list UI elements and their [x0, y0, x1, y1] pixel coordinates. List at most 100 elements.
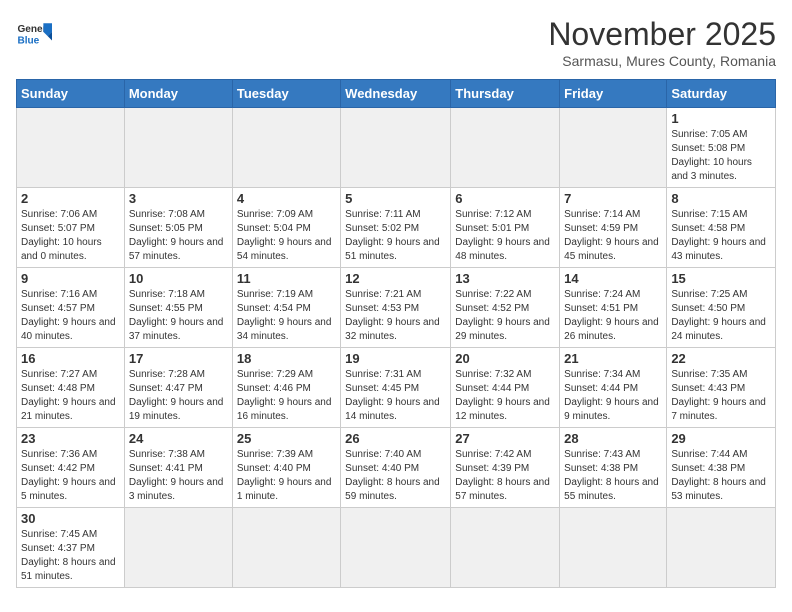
calendar-cell: 19 Sunrise: 7:31 AM Sunset: 4:45 PM Dayli… — [341, 348, 451, 428]
calendar-cell: 28 Sunrise: 7:43 AM Sunset: 4:38 PM Dayli… — [560, 428, 667, 508]
day-info: Sunrise: 7:35 AM Sunset: 4:43 PM Dayligh… — [671, 368, 771, 424]
calendar-cell: 15Sunrise: 7:25 AM Sunset: 4:50 PM Dayli… — [667, 268, 776, 348]
calendar-cell: 9 Sunrise: 7:16 AM Sunset: 4:57 PM Daylig… — [17, 268, 125, 348]
col-sunday: Sunday — [17, 80, 125, 108]
day-info: Sunrise: 7:39 AM Sunset: 4:40 PM Dayligh… — [237, 448, 336, 504]
day-number: 28 — [564, 431, 662, 446]
col-thursday: Thursday — [451, 80, 560, 108]
day-info: Sunrise: 7:38 AM Sunset: 4:41 PM Dayligh… — [129, 448, 228, 504]
day-number: 24 — [129, 431, 228, 446]
calendar-cell — [451, 108, 560, 188]
calendar-cell: 27 Sunrise: 7:42 AM Sunset: 4:39 PM Dayli… — [451, 428, 560, 508]
day-number: 1 — [671, 111, 771, 126]
day-info: Sunrise: 7:06 AM Sunset: 5:07 PM Dayligh… — [21, 208, 120, 264]
day-number: 2 — [21, 191, 120, 206]
calendar-week-1: 1 Sunrise: 7:05 AM Sunset: 5:08 PM Daylig… — [17, 108, 776, 188]
logo: General Blue — [16, 16, 52, 52]
calendar-cell: 25 Sunrise: 7:39 AM Sunset: 4:40 PM Dayli… — [232, 428, 340, 508]
day-number: 11 — [237, 271, 336, 286]
calendar-body: 1 Sunrise: 7:05 AM Sunset: 5:08 PM Daylig… — [17, 108, 776, 588]
subtitle: Sarmasu, Mures County, Romania — [548, 53, 776, 69]
day-number: 9 — [21, 271, 120, 286]
day-info: Sunrise: 7:34 AM Sunset: 4:44 PM Dayligh… — [564, 368, 662, 424]
calendar-cell: 1 Sunrise: 7:05 AM Sunset: 5:08 PM Daylig… — [667, 108, 776, 188]
day-info: Sunrise: 7:12 AM Sunset: 5:01 PM Dayligh… — [455, 208, 555, 264]
day-info: Sunrise: 7:42 AM Sunset: 4:39 PM Dayligh… — [455, 448, 555, 504]
calendar-cell: 20 Sunrise: 7:32 AM Sunset: 4:44 PM Dayli… — [451, 348, 560, 428]
day-info: Sunrise: 7:44 AM Sunset: 4:38 PM Dayligh… — [671, 448, 771, 504]
day-number: 29 — [671, 431, 771, 446]
day-number: 26 — [345, 431, 446, 446]
day-info: Sunrise: 7:16 AM Sunset: 4:57 PM Dayligh… — [21, 288, 120, 344]
day-number: 6 — [455, 191, 555, 206]
calendar-table: Sunday Monday Tuesday Wednesday Thursday… — [16, 79, 776, 588]
logo-icon: General Blue — [16, 16, 52, 52]
day-info: Sunrise: 7:22 AM Sunset: 4:52 PM Dayligh… — [455, 288, 555, 344]
calendar-cell — [232, 508, 340, 588]
day-info: Sunrise: 7:31 AM Sunset: 4:45 PM Dayligh… — [345, 368, 446, 424]
day-info: Sunrise: 7:05 AM Sunset: 5:08 PM Dayligh… — [671, 128, 771, 184]
day-number: 20 — [455, 351, 555, 366]
calendar-cell: 13 Sunrise: 7:22 AM Sunset: 4:52 PM Dayli… — [451, 268, 560, 348]
col-monday: Monday — [124, 80, 232, 108]
day-number: 14 — [564, 271, 662, 286]
day-number: 13 — [455, 271, 555, 286]
day-info: Sunrise: 7:24 AM Sunset: 4:51 PM Dayligh… — [564, 288, 662, 344]
calendar-cell — [341, 108, 451, 188]
calendar-week-4: 16Sunrise: 7:27 AM Sunset: 4:48 PM Dayli… — [17, 348, 776, 428]
day-info: Sunrise: 7:18 AM Sunset: 4:55 PM Dayligh… — [129, 288, 228, 344]
calendar-cell — [124, 508, 232, 588]
calendar-week-6: 30Sunrise: 7:45 AM Sunset: 4:37 PM Dayli… — [17, 508, 776, 588]
calendar-cell: 3Sunrise: 7:08 AM Sunset: 5:05 PM Daylig… — [124, 188, 232, 268]
day-info: Sunrise: 7:15 AM Sunset: 4:58 PM Dayligh… — [671, 208, 771, 264]
calendar-cell: 21Sunrise: 7:34 AM Sunset: 4:44 PM Dayli… — [560, 348, 667, 428]
calendar-cell: 29 Sunrise: 7:44 AM Sunset: 4:38 PM Dayli… — [667, 428, 776, 508]
calendar-cell — [560, 508, 667, 588]
day-info: Sunrise: 7:21 AM Sunset: 4:53 PM Dayligh… — [345, 288, 446, 344]
col-tuesday: Tuesday — [232, 80, 340, 108]
day-number: 17 — [129, 351, 228, 366]
calendar-cell: 17Sunrise: 7:28 AM Sunset: 4:47 PM Dayli… — [124, 348, 232, 428]
calendar-cell — [124, 108, 232, 188]
calendar-cell: 5 Sunrise: 7:11 AM Sunset: 5:02 PM Daylig… — [341, 188, 451, 268]
calendar-week-2: 2 Sunrise: 7:06 AM Sunset: 5:07 PM Daylig… — [17, 188, 776, 268]
header-row: Sunday Monday Tuesday Wednesday Thursday… — [17, 80, 776, 108]
day-number: 3 — [129, 191, 228, 206]
day-info: Sunrise: 7:27 AM Sunset: 4:48 PM Dayligh… — [21, 368, 120, 424]
calendar-cell: 16Sunrise: 7:27 AM Sunset: 4:48 PM Dayli… — [17, 348, 125, 428]
calendar-cell: 22Sunrise: 7:35 AM Sunset: 4:43 PM Dayli… — [667, 348, 776, 428]
calendar-week-5: 23 Sunrise: 7:36 AM Sunset: 4:42 PM Dayli… — [17, 428, 776, 508]
day-number: 27 — [455, 431, 555, 446]
calendar-cell: 23 Sunrise: 7:36 AM Sunset: 4:42 PM Dayli… — [17, 428, 125, 508]
day-info: Sunrise: 7:43 AM Sunset: 4:38 PM Dayligh… — [564, 448, 662, 504]
calendar-cell: 2 Sunrise: 7:06 AM Sunset: 5:07 PM Daylig… — [17, 188, 125, 268]
calendar-week-3: 9 Sunrise: 7:16 AM Sunset: 4:57 PM Daylig… — [17, 268, 776, 348]
calendar-cell: 4Sunrise: 7:09 AM Sunset: 5:04 PM Daylig… — [232, 188, 340, 268]
day-info: Sunrise: 7:14 AM Sunset: 4:59 PM Dayligh… — [564, 208, 662, 264]
day-number: 23 — [21, 431, 120, 446]
day-number: 12 — [345, 271, 446, 286]
calendar-cell: 18Sunrise: 7:29 AM Sunset: 4:46 PM Dayli… — [232, 348, 340, 428]
day-number: 25 — [237, 431, 336, 446]
calendar-cell: 14 Sunrise: 7:24 AM Sunset: 4:51 PM Dayli… — [560, 268, 667, 348]
calendar-header: Sunday Monday Tuesday Wednesday Thursday… — [17, 80, 776, 108]
day-number: 19 — [345, 351, 446, 366]
calendar-cell: 6 Sunrise: 7:12 AM Sunset: 5:01 PM Daylig… — [451, 188, 560, 268]
day-number: 7 — [564, 191, 662, 206]
day-info: Sunrise: 7:45 AM Sunset: 4:37 PM Dayligh… — [21, 528, 120, 584]
calendar-cell: 7 Sunrise: 7:14 AM Sunset: 4:59 PM Daylig… — [560, 188, 667, 268]
calendar-cell — [560, 108, 667, 188]
page-header: General Blue November 2025 Sarmasu, Mure… — [16, 16, 776, 69]
calendar-cell: 26 Sunrise: 7:40 AM Sunset: 4:40 PM Dayli… — [341, 428, 451, 508]
day-info: Sunrise: 7:09 AM Sunset: 5:04 PM Dayligh… — [237, 208, 336, 264]
day-info: Sunrise: 7:32 AM Sunset: 4:44 PM Dayligh… — [455, 368, 555, 424]
col-friday: Friday — [560, 80, 667, 108]
title-block: November 2025 Sarmasu, Mures County, Rom… — [548, 16, 776, 69]
day-info: Sunrise: 7:40 AM Sunset: 4:40 PM Dayligh… — [345, 448, 446, 504]
day-info: Sunrise: 7:36 AM Sunset: 4:42 PM Dayligh… — [21, 448, 120, 504]
calendar-cell — [232, 108, 340, 188]
day-number: 5 — [345, 191, 446, 206]
day-info: Sunrise: 7:25 AM Sunset: 4:50 PM Dayligh… — [671, 288, 771, 344]
calendar-cell: 8Sunrise: 7:15 AM Sunset: 4:58 PM Daylig… — [667, 188, 776, 268]
day-info: Sunrise: 7:11 AM Sunset: 5:02 PM Dayligh… — [345, 208, 446, 264]
